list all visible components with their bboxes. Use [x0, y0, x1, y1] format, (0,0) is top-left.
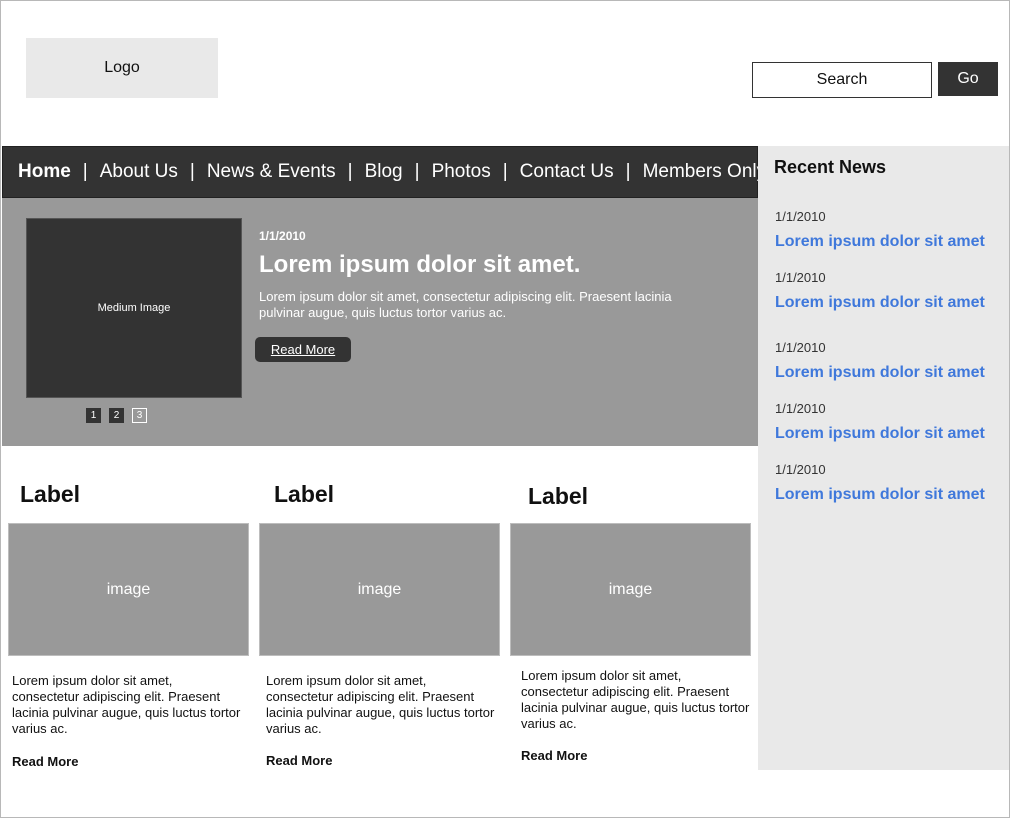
news-link[interactable]: Lorem ipsum dolor sit amet [775, 233, 985, 251]
nav-separator: | [189, 161, 195, 182]
nav-separator: | [347, 161, 353, 182]
nav-separator: | [502, 161, 508, 182]
news-item: 1/1/2010 Lorem ipsum dolor sit amet [775, 270, 985, 312]
news-link[interactable]: Lorem ipsum dolor sit amet [775, 486, 985, 504]
card-text: Lorem ipsum dolor sit amet, consectetur … [266, 673, 495, 736]
card-read-more-link[interactable]: Read More [12, 754, 78, 769]
news-date: 1/1/2010 [775, 209, 826, 224]
news-link[interactable]: Lorem ipsum dolor sit amet [775, 364, 985, 382]
hero-read-more-button[interactable]: Read More [255, 337, 351, 362]
card-image-label: image [608, 580, 653, 598]
pager-button-1[interactable]: 1 [86, 408, 101, 423]
logo-text: Logo [104, 59, 140, 76]
card-image-label: image [106, 580, 151, 598]
card-read-more-link[interactable]: Read More [521, 748, 587, 763]
hero-image-label: Medium Image [97, 302, 171, 314]
card-image-label: image [357, 580, 402, 598]
hero-carousel: Medium Image 1 2 3 1/1/2010 Lorem ipsum … [2, 198, 758, 446]
news-date: 1/1/2010 [775, 270, 826, 285]
search-input[interactable] [752, 62, 932, 98]
main-nav: Home | About Us | News & Events | Blog |… [2, 146, 766, 198]
card-image[interactable]: image [510, 523, 751, 656]
news-item: 1/1/2010 Lorem ipsum dolor sit amet [775, 462, 985, 504]
page-frame: Logo Go Home | About Us | News & Events … [0, 0, 1010, 818]
hero-date: 1/1/2010 [259, 229, 306, 243]
card-text: Lorem ipsum dolor sit amet, consectetur … [521, 668, 750, 731]
nav-separator: | [414, 161, 420, 182]
news-item: 1/1/2010 Lorem ipsum dolor sit amet [775, 401, 985, 443]
news-link[interactable]: Lorem ipsum dolor sit amet [775, 294, 985, 312]
hero-image[interactable]: Medium Image [26, 218, 242, 398]
news-date: 1/1/2010 [775, 401, 826, 416]
card-image[interactable]: image [259, 523, 500, 656]
news-item: 1/1/2010 Lorem ipsum dolor sit amet [775, 209, 985, 251]
news-item: 1/1/2010 Lorem ipsum dolor sit amet [775, 340, 985, 382]
card-read-more-link[interactable]: Read More [266, 753, 332, 768]
nav-item-contact-us[interactable]: Contact Us [520, 161, 614, 183]
hero-text: Lorem ipsum dolor sit amet, consectetur … [259, 289, 672, 320]
nav-item-blog[interactable]: Blog [365, 161, 403, 183]
pager-button-2[interactable]: 2 [109, 408, 124, 423]
card-label: Label [528, 483, 589, 509]
recent-news-sidebar: Recent News 1/1/2010 Lorem ipsum dolor s… [758, 146, 1009, 770]
news-link[interactable]: Lorem ipsum dolor sit amet [775, 425, 985, 443]
card-label: Label [274, 481, 335, 507]
nav-separator: | [625, 161, 631, 182]
card-label: Label [20, 481, 81, 507]
card-text: Lorem ipsum dolor sit amet, consectetur … [12, 673, 241, 736]
news-date: 1/1/2010 [775, 462, 826, 477]
carousel-pager: 1 2 3 [86, 408, 147, 423]
news-date: 1/1/2010 [775, 340, 826, 355]
nav-separator: | [82, 161, 88, 182]
nav-item-members-only[interactable]: Members Only [643, 161, 767, 183]
nav-item-about-us[interactable]: About Us [100, 161, 178, 183]
pager-button-3[interactable]: 3 [132, 408, 147, 423]
nav-item-photos[interactable]: Photos [432, 161, 491, 183]
logo[interactable]: Logo [26, 38, 218, 98]
hero-title: Lorem ipsum dolor sit amet. [259, 251, 581, 278]
card-image[interactable]: image [8, 523, 249, 656]
nav-item-news-events[interactable]: News & Events [207, 161, 336, 183]
nav-item-home[interactable]: Home [18, 161, 71, 183]
go-button[interactable]: Go [938, 62, 998, 96]
sidebar-title: Recent News [774, 157, 887, 177]
